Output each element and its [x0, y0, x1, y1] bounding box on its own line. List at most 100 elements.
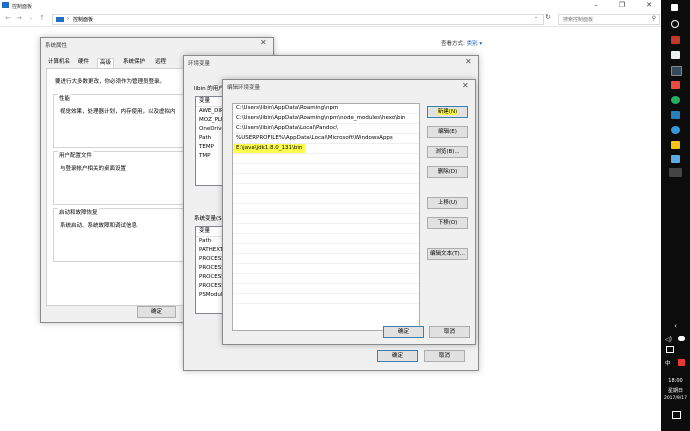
up-arrow-icon[interactable]: ↑ [38, 14, 46, 23]
empty-row [233, 194, 419, 204]
dialog-title: 系统属性 [45, 43, 68, 49]
browse-button[interactable]: 浏览(B)... [427, 146, 468, 158]
list-item[interactable]: C:\Users\libin\AppData\Roaming\npm [233, 104, 419, 114]
performance-group: 性能 视觉效果，处理器计划，内存使用，以及虚拟内 [53, 94, 195, 148]
edit-text-button[interactable]: 编辑文本(T)... [427, 248, 468, 260]
clock-weekday[interactable]: 星期日 [661, 387, 690, 394]
address-bar-row: ← → ⌄ ↑ › 控制面板 ⌄ ↻ 搜索控制面板 ⚲ [0, 12, 661, 27]
ime-indicator[interactable]: 中 [665, 359, 671, 367]
tab-computer-name[interactable]: 计算机名 [46, 58, 72, 67]
address-input[interactable]: › 控制面板 [52, 14, 544, 25]
list-item[interactable]: C:\Users\libin\AppData\Local\Pandoc\ [233, 124, 419, 134]
refresh-icon[interactable]: ↻ [545, 13, 551, 21]
forward-arrow-icon[interactable]: → [15, 14, 23, 23]
new-button-label: 新建(N) [437, 109, 458, 115]
app-icon[interactable] [671, 111, 680, 119]
chrome-icon[interactable] [671, 96, 680, 104]
network-icon[interactable] [678, 336, 685, 341]
tab-hardware[interactable]: 硬件 [76, 58, 91, 67]
empty-row [233, 214, 419, 224]
ok-button[interactable]: 确定 [377, 350, 418, 362]
antivirus-icon[interactable] [678, 359, 685, 366]
empty-row [233, 284, 419, 294]
back-arrow-icon[interactable]: ← [4, 14, 12, 23]
tab-panel: 要进行大多数更改，你必须作为管理员登录。 性能 视觉效果，处理器计划，内存使用，… [46, 68, 195, 306]
view-mode-dropdown[interactable]: 类别 ▾ [467, 41, 483, 47]
performance-group-label: 性能 [58, 94, 72, 102]
delete-button[interactable]: 删除(D) [427, 166, 468, 178]
empty-row [233, 164, 419, 174]
restore-button[interactable]: ❐ [613, 0, 631, 10]
battery-icon[interactable] [666, 346, 674, 353]
startup-recovery-group: 启动和故障恢复 系统启动、系统故障和调试信息 [53, 208, 195, 262]
tab-system-protection[interactable]: 系统保护 [121, 58, 147, 67]
breadcrumb-control-panel[interactable]: 控制面板 [73, 16, 93, 23]
user-profiles-description: 与登录帐户相关的桌面设置 [60, 166, 127, 172]
edit-button[interactable]: 编辑(E) [427, 126, 468, 138]
minimize-button[interactable]: – [587, 0, 605, 10]
cancel-button[interactable]: 取消 [424, 350, 465, 362]
list-item[interactable]: %USERPROFILE%\AppData\Local\Microsoft\Wi… [233, 134, 419, 144]
app-icon[interactable] [671, 36, 680, 44]
new-button[interactable]: 新建(N) [427, 106, 468, 118]
performance-description: 视觉效果，处理器计划，内存使用，以及虚拟内 [60, 109, 176, 115]
window-titlebar: 控制面板 – ❐ ✕ [0, 0, 661, 12]
app-icon[interactable] [671, 155, 680, 163]
path-entries-list[interactable]: C:\Users\libin\AppData\Roaming\npm C:\Us… [232, 103, 420, 331]
volume-icon[interactable]: ◁) [665, 336, 672, 343]
empty-row [233, 264, 419, 274]
tab-advanced[interactable]: 高级 [97, 58, 115, 68]
clock-time[interactable]: 18:00 [661, 378, 690, 384]
close-icon[interactable]: ✕ [465, 57, 472, 66]
search-icon: ⚲ [651, 15, 656, 22]
folder-icon [56, 17, 64, 22]
tab-remote[interactable]: 远程 [153, 58, 168, 67]
close-button[interactable]: ✕ [640, 0, 658, 10]
list-item-selected[interactable]: E:\java\jdk1.8.0_131\bin [233, 144, 419, 154]
close-icon[interactable]: ✕ [462, 81, 469, 90]
user-profiles-group: 用户配置文件 与登录帐户相关的桌面设置 [53, 151, 195, 205]
close-icon[interactable]: ✕ [260, 38, 267, 47]
cancel-button[interactable]: 取消 [429, 326, 470, 338]
search-input[interactable]: 搜索控制面板 ⚲ [558, 14, 660, 25]
file-explorer-icon[interactable] [671, 141, 680, 149]
empty-row [233, 204, 419, 214]
empty-row [233, 154, 419, 164]
ok-button[interactable]: 确定 [137, 306, 176, 318]
move-up-button[interactable]: 上移(U) [427, 197, 468, 209]
list-item[interactable]: C:\Users\libin\AppData\Roaming\npm\node_… [233, 114, 419, 124]
path-entry-editing[interactable]: E:\java\jdk1.8.0_131\bin [233, 144, 306, 153]
system-variables-label: 系统变量(S) [194, 216, 224, 222]
view-mode-label: 查看方式: [441, 41, 465, 47]
action-center-icon[interactable] [672, 411, 681, 419]
view-mode: 查看方式: 类别 ▾ [441, 39, 482, 47]
edit-environment-variable-dialog: 编辑环境变量 ✕ C:\Users\libin\AppData\Roaming\… [222, 79, 476, 345]
control-panel-icon [2, 2, 9, 8]
ok-button[interactable]: 确定 [383, 326, 424, 338]
clock-date[interactable]: 2017/9/17 [661, 396, 690, 401]
move-down-button[interactable]: 下移(O) [427, 217, 468, 229]
breadcrumb-separator: › [67, 16, 69, 22]
window-title: 控制面板 [12, 4, 33, 10]
app-icon[interactable] [671, 81, 680, 89]
empty-row [233, 174, 419, 184]
user-variables-label: libin 的用户 [194, 86, 224, 92]
address-dropdown-icon[interactable]: ⌄ [534, 14, 538, 20]
cortana-icon[interactable] [671, 20, 679, 28]
start-windows-icon[interactable] [671, 4, 678, 11]
search-placeholder: 搜索控制面板 [563, 17, 594, 23]
empty-row [233, 234, 419, 244]
startup-recovery-group-label: 启动和故障恢复 [58, 208, 99, 216]
app-icon[interactable] [671, 51, 680, 59]
empty-row [233, 184, 419, 194]
active-control-panel-icon[interactable] [669, 168, 682, 177]
show-hidden-icons-chevron[interactable]: ‹ [661, 322, 690, 330]
taskbar: ‹ ◁) 中 18:00 星期日 2017/9/17 [661, 0, 690, 431]
app-icon[interactable] [671, 126, 680, 134]
empty-row [233, 224, 419, 234]
dialog-title: 编辑环境变量 [227, 85, 261, 91]
recent-dropdown-icon[interactable]: ⌄ [27, 14, 35, 23]
empty-row [233, 294, 419, 304]
dialog-title: 环境变量 [188, 61, 211, 67]
app-icon[interactable] [671, 66, 682, 76]
